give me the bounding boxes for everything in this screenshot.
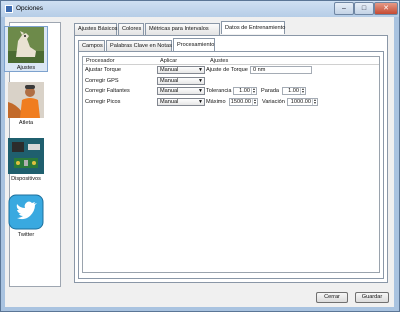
sidebar-item-twitter[interactable]: Twitter bbox=[4, 194, 48, 238]
app-icon bbox=[5, 5, 13, 13]
spin-arrows-icon[interactable]: ▲ ▼ bbox=[300, 87, 305, 94]
chevron-down-icon: ▼ bbox=[198, 78, 203, 84]
processor-name: Corregir GPS bbox=[85, 78, 119, 84]
chevron-down-icon: ▼ bbox=[198, 67, 203, 73]
sidebar-item-label: Dispositivos bbox=[11, 176, 41, 182]
processor-name: Corregir Faltantes bbox=[85, 88, 130, 94]
tab-metricas-intervalos[interactable]: Métricas para Intervalos bbox=[145, 23, 220, 35]
apply-select-value: Manual bbox=[160, 67, 179, 73]
spinbox-value: 1.00 bbox=[239, 88, 250, 94]
sidebar-item-ajustes[interactable]: Ajustes bbox=[4, 26, 48, 72]
header-divider bbox=[83, 64, 379, 65]
setting-label: Máximo bbox=[206, 99, 226, 105]
setting-label: Tolerancia bbox=[206, 88, 232, 94]
spin-arrows-icon[interactable]: ▲ ▼ bbox=[252, 98, 257, 105]
setting-label: Ajuste de Torque bbox=[206, 67, 248, 73]
spinbox-value: 1.00 bbox=[288, 88, 299, 94]
close-button[interactable]: Cerrar bbox=[316, 292, 348, 303]
tab-colores[interactable]: Colores bbox=[118, 23, 144, 35]
minimize-button[interactable]: – bbox=[334, 2, 354, 15]
variation-spinbox[interactable]: 1000.00 ▲ ▼ bbox=[287, 98, 318, 106]
title-bar[interactable]: Opciones – □ ✕ bbox=[1, 1, 399, 17]
tolerance-spinbox[interactable]: 1.00 ▲ ▼ bbox=[233, 87, 257, 95]
processor-name: Corregir Picos bbox=[85, 99, 121, 105]
apply-select-value: Manual bbox=[160, 88, 179, 94]
setting-label: Parada bbox=[261, 88, 280, 94]
athlete-icon bbox=[8, 82, 44, 118]
setting-label: Variación bbox=[262, 99, 285, 105]
processor-name: Ajustar Torque bbox=[85, 67, 121, 73]
tab-procesamiento[interactable]: Procesamiento bbox=[173, 38, 215, 51]
apply-select-value: Manual bbox=[160, 78, 179, 84]
window-title: Opciones bbox=[16, 5, 43, 12]
circuit-board-icon bbox=[8, 138, 44, 174]
twitter-bird-icon bbox=[8, 194, 44, 230]
sidebar-item-label: Twitter bbox=[17, 232, 35, 238]
sidebar-item-dispositivos[interactable]: Dispositivos bbox=[4, 138, 48, 182]
spinbox-value: 1000.00 bbox=[290, 99, 311, 105]
stop-spinbox[interactable]: 1.00 ▲ ▼ bbox=[282, 87, 306, 95]
maximize-button[interactable]: □ bbox=[354, 2, 374, 15]
apply-select-corregir-faltantes[interactable]: Manual ▼ bbox=[157, 87, 205, 95]
sidebar-item-atleta[interactable]: Atleta bbox=[4, 82, 48, 126]
tab-datos-entrenamiento[interactable]: Datos de Entrenamiento bbox=[221, 21, 285, 34]
apply-select-corregir-gps[interactable]: Manual ▼ bbox=[157, 77, 205, 85]
chevron-down-icon: ▼ bbox=[198, 88, 203, 94]
apply-select-corregir-picos[interactable]: Manual ▼ bbox=[157, 98, 205, 106]
apply-select-value: Manual bbox=[160, 99, 179, 105]
spin-arrows-icon[interactable]: ▲ ▼ bbox=[251, 87, 256, 94]
spin-arrows-icon[interactable]: ▲ ▼ bbox=[312, 98, 317, 105]
torque-adjust-input[interactable]: 0 nm bbox=[250, 66, 312, 74]
save-button[interactable]: Guardar bbox=[355, 292, 389, 303]
tab-ajustes-basicos[interactable]: Ajustes Básicos bbox=[74, 23, 117, 35]
close-window-button[interactable]: ✕ bbox=[374, 2, 398, 15]
chevron-down-icon: ▼ bbox=[198, 99, 203, 105]
spinbox-value: 1500.00 bbox=[230, 99, 251, 105]
sidebar-item-label: Atleta bbox=[18, 120, 34, 126]
sidebar-item-label: Ajustes bbox=[16, 65, 36, 71]
maximum-spinbox[interactable]: 1500.00 ▲ ▼ bbox=[229, 98, 258, 106]
apply-select-ajustar-torque[interactable]: Manual ▼ bbox=[157, 66, 205, 74]
dog-icon bbox=[8, 27, 44, 63]
